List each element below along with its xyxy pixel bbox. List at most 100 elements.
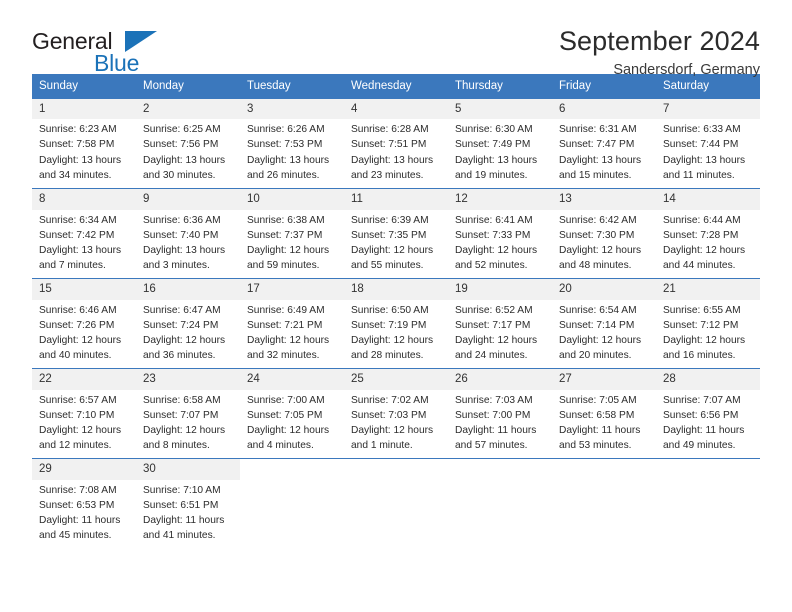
sunset-text: Sunset: 7:24 PM [143, 319, 219, 331]
day-cell[interactable]: 14 Sunrise: 6:44 AM Sunset: 7:28 PM Dayl… [656, 188, 760, 279]
day-cell[interactable]: 19 Sunrise: 6:52 AM Sunset: 7:17 PM Dayl… [448, 278, 552, 369]
calendar-page: General Blue September 2024 Sandersdorf,… [0, 0, 792, 612]
day-number: 5 [448, 98, 552, 120]
week-row: 22 Sunrise: 6:57 AM Sunset: 7:10 PM Dayl… [32, 368, 760, 459]
day-number: 7 [656, 98, 760, 120]
day-cell[interactable]: 30 Sunrise: 7:10 AM Sunset: 6:51 PM Dayl… [136, 458, 240, 549]
day-cell[interactable]: 20 Sunrise: 6:54 AM Sunset: 7:14 PM Dayl… [552, 278, 656, 369]
day-number: 23 [136, 369, 240, 390]
week-row: 1 Sunrise: 6:23 AM Sunset: 7:58 PM Dayli… [32, 98, 760, 189]
sunrise-text: Sunrise: 6:30 AM [455, 124, 533, 136]
day-details: Sunrise: 6:26 AM Sunset: 7:53 PM Dayligh… [240, 119, 344, 182]
day-details: Sunrise: 6:52 AM Sunset: 7:17 PM Dayligh… [448, 300, 552, 363]
day-cell[interactable]: 2 Sunrise: 6:25 AM Sunset: 7:56 PM Dayli… [136, 98, 240, 189]
day-number: 4 [344, 98, 448, 120]
daylight-text-line1: Daylight: 12 hours [559, 245, 642, 256]
daylight-text-line1: Daylight: 12 hours [39, 425, 122, 436]
day-details: Sunrise: 6:25 AM Sunset: 7:56 PM Dayligh… [136, 119, 240, 182]
daylight-text-line2: and 3 minutes. [143, 260, 210, 272]
day-cell[interactable]: 22 Sunrise: 6:57 AM Sunset: 7:10 PM Dayl… [32, 368, 136, 459]
day-cell[interactable]: 21 Sunrise: 6:55 AM Sunset: 7:12 PM Dayl… [656, 278, 760, 369]
daylight-text-line2: and 32 minutes. [247, 350, 320, 362]
day-number [344, 459, 448, 478]
day-number: 25 [344, 369, 448, 390]
day-number: 1 [32, 98, 136, 120]
general-blue-logo: General Blue [32, 28, 172, 80]
day-cell[interactable]: 28 Sunrise: 7:07 AM Sunset: 6:56 PM Dayl… [656, 368, 760, 459]
daylight-text-line1: Daylight: 13 hours [663, 154, 746, 166]
sunset-text: Sunset: 7:03 PM [351, 409, 427, 421]
day-cell[interactable]: 3 Sunrise: 6:26 AM Sunset: 7:53 PM Dayli… [240, 98, 344, 189]
day-details: Sunrise: 6:55 AM Sunset: 7:12 PM Dayligh… [656, 300, 760, 363]
week-row: 29 Sunrise: 7:08 AM Sunset: 6:53 PM Dayl… [32, 458, 760, 549]
day-cell[interactable]: 18 Sunrise: 6:50 AM Sunset: 7:19 PM Dayl… [344, 278, 448, 369]
day-cell[interactable]: 8 Sunrise: 6:34 AM Sunset: 7:42 PM Dayli… [32, 188, 136, 279]
day-number: 30 [136, 459, 240, 480]
day-cell[interactable]: 9 Sunrise: 6:36 AM Sunset: 7:40 PM Dayli… [136, 188, 240, 279]
sunset-text: Sunset: 7:14 PM [559, 319, 635, 331]
sunset-text: Sunset: 7:40 PM [143, 229, 219, 241]
week-row: 15 Sunrise: 6:46 AM Sunset: 7:26 PM Dayl… [32, 278, 760, 369]
day-number [552, 459, 656, 478]
day-cell[interactable]: 26 Sunrise: 7:03 AM Sunset: 7:00 PM Dayl… [448, 368, 552, 459]
day-cell[interactable]: 1 Sunrise: 6:23 AM Sunset: 7:58 PM Dayli… [32, 98, 136, 189]
day-cell[interactable]: 10 Sunrise: 6:38 AM Sunset: 7:37 PM Dayl… [240, 188, 344, 279]
daylight-text-line1: Daylight: 12 hours [455, 335, 538, 346]
daylight-text-line2: and 4 minutes. [247, 440, 314, 452]
day-number: 19 [448, 279, 552, 300]
day-cell[interactable]: 11 Sunrise: 6:39 AM Sunset: 7:35 PM Dayl… [344, 188, 448, 279]
daylight-text-line2: and 20 minutes. [559, 350, 632, 362]
day-cell[interactable]: 13 Sunrise: 6:42 AM Sunset: 7:30 PM Dayl… [552, 188, 656, 279]
sunset-text: Sunset: 7:12 PM [663, 319, 739, 331]
sunset-text: Sunset: 7:17 PM [455, 319, 531, 331]
day-details: Sunrise: 6:31 AM Sunset: 7:47 PM Dayligh… [552, 119, 656, 182]
daylight-text-line2: and 7 minutes. [39, 260, 106, 272]
day-cell[interactable]: 12 Sunrise: 6:41 AM Sunset: 7:33 PM Dayl… [448, 188, 552, 279]
sunset-text: Sunset: 7:51 PM [351, 139, 427, 151]
sunrise-text: Sunrise: 7:08 AM [39, 484, 117, 496]
day-cell[interactable]: 27 Sunrise: 7:05 AM Sunset: 6:58 PM Dayl… [552, 368, 656, 459]
page-header: General Blue September 2024 Sandersdorf,… [0, 0, 792, 78]
daylight-text-line2: and 49 minutes. [663, 440, 736, 452]
day-details: Sunrise: 6:30 AM Sunset: 7:49 PM Dayligh… [448, 119, 552, 182]
day-cell[interactable]: 5 Sunrise: 6:30 AM Sunset: 7:49 PM Dayli… [448, 98, 552, 189]
day-cell[interactable]: 7 Sunrise: 6:33 AM Sunset: 7:44 PM Dayli… [656, 98, 760, 189]
sunrise-text: Sunrise: 7:05 AM [559, 394, 637, 406]
day-number: 22 [32, 369, 136, 390]
sunset-text: Sunset: 7:26 PM [39, 319, 115, 331]
sunrise-text: Sunrise: 6:28 AM [351, 124, 429, 136]
day-cell[interactable]: 6 Sunrise: 6:31 AM Sunset: 7:47 PM Dayli… [552, 98, 656, 189]
sunrise-text: Sunrise: 6:50 AM [351, 304, 429, 316]
day-details: Sunrise: 6:46 AM Sunset: 7:26 PM Dayligh… [32, 300, 136, 363]
day-number: 27 [552, 369, 656, 390]
sunset-text: Sunset: 7:10 PM [39, 409, 115, 421]
daylight-text-line1: Daylight: 12 hours [247, 425, 330, 436]
daylight-text-line1: Daylight: 11 hours [39, 515, 121, 526]
sunrise-text: Sunrise: 6:34 AM [39, 214, 117, 226]
day-details: Sunrise: 7:07 AM Sunset: 6:56 PM Dayligh… [656, 390, 760, 453]
day-details: Sunrise: 6:41 AM Sunset: 7:33 PM Dayligh… [448, 210, 552, 273]
day-details: Sunrise: 6:23 AM Sunset: 7:58 PM Dayligh… [32, 119, 136, 182]
daylight-text-line1: Daylight: 13 hours [39, 154, 122, 166]
daylight-text-line2: and 53 minutes. [559, 440, 632, 452]
sunset-text: Sunset: 6:53 PM [39, 499, 115, 511]
calendar-body: 1 Sunrise: 6:23 AM Sunset: 7:58 PM Dayli… [32, 98, 760, 549]
daylight-text-line2: and 52 minutes. [455, 260, 528, 272]
sunrise-text: Sunrise: 6:23 AM [39, 124, 117, 136]
sunrise-text: Sunrise: 6:57 AM [39, 394, 117, 406]
daylight-text-line1: Daylight: 12 hours [351, 335, 434, 346]
day-cell[interactable]: 17 Sunrise: 6:49 AM Sunset: 7:21 PM Dayl… [240, 278, 344, 369]
daylight-text-line1: Daylight: 13 hours [247, 154, 330, 166]
sunset-text: Sunset: 7:33 PM [455, 229, 531, 241]
day-cell[interactable]: 16 Sunrise: 6:47 AM Sunset: 7:24 PM Dayl… [136, 278, 240, 369]
day-cell[interactable]: 29 Sunrise: 7:08 AM Sunset: 6:53 PM Dayl… [32, 458, 136, 549]
sunrise-text: Sunrise: 6:42 AM [559, 214, 637, 226]
day-cell[interactable]: 15 Sunrise: 6:46 AM Sunset: 7:26 PM Dayl… [32, 278, 136, 369]
sunrise-text: Sunrise: 6:44 AM [663, 214, 741, 226]
day-cell[interactable]: 24 Sunrise: 7:00 AM Sunset: 7:05 PM Dayl… [240, 368, 344, 459]
day-cell[interactable]: 23 Sunrise: 6:58 AM Sunset: 7:07 PM Dayl… [136, 368, 240, 459]
day-cell[interactable]: 4 Sunrise: 6:28 AM Sunset: 7:51 PM Dayli… [344, 98, 448, 189]
day-details: Sunrise: 6:50 AM Sunset: 7:19 PM Dayligh… [344, 300, 448, 363]
day-cell[interactable]: 25 Sunrise: 7:02 AM Sunset: 7:03 PM Dayl… [344, 368, 448, 459]
daylight-text-line1: Daylight: 12 hours [143, 425, 226, 436]
